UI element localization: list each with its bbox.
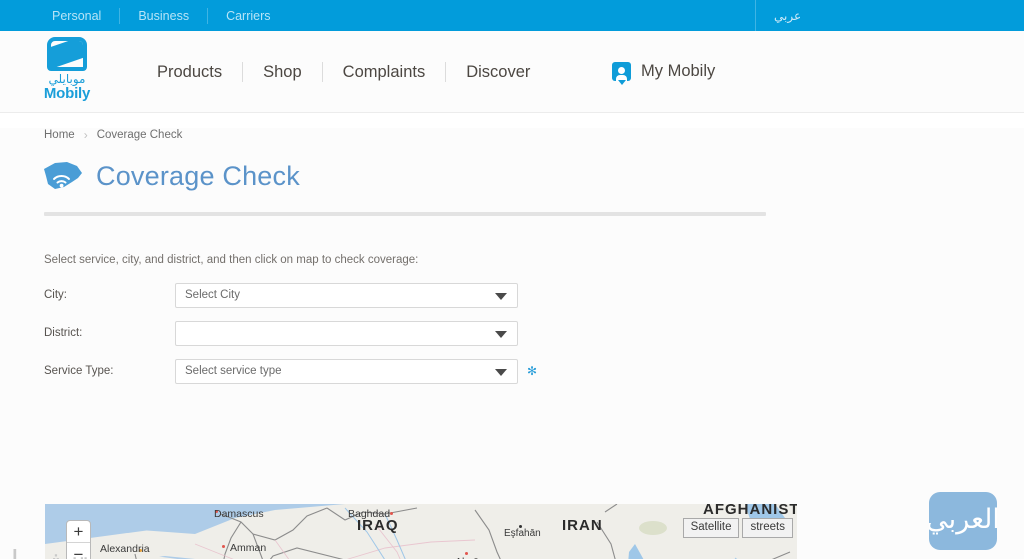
map-zoom-out-button[interactable]: − [67, 543, 90, 559]
service-type-select-value: Select service type [185, 365, 282, 377]
city-select-value: Select City [185, 289, 240, 301]
site-header: موبايلي Mobily Products Shop Complaints … [0, 31, 1024, 113]
language-switch[interactable]: عربي [755, 0, 819, 31]
service-type-select[interactable]: Select service type [175, 358, 518, 384]
map-type-toggle: Satellite streets [682, 518, 793, 538]
breadcrumb-current: Coverage Check [96, 129, 183, 141]
chevron-down-icon [495, 368, 507, 376]
arabic-watermark-badge: العربي [929, 492, 997, 550]
page-body: Home › Coverage Check Coverage Check Sel… [0, 128, 1024, 559]
page-title-row: Coverage Check [42, 160, 1024, 192]
breadcrumb-home[interactable]: Home [44, 129, 75, 141]
map-city-dot [139, 549, 142, 552]
map-city-dot [519, 525, 522, 528]
my-mobily-button[interactable]: My Mobily [612, 62, 716, 85]
city-select[interactable]: Select City [175, 282, 518, 308]
form-instructions: Select service, city, and district, and … [44, 254, 419, 266]
mobily-logo[interactable]: موبايلي Mobily [43, 36, 91, 107]
form-row-service-type: Service Type: Select service type ✻ [44, 358, 1024, 384]
city-label: City: [44, 289, 67, 301]
top-utility-bar: Personal Business Carriers عربي [0, 0, 1024, 31]
nav-item-products[interactable]: Products [137, 61, 244, 82]
topbar-link-personal[interactable]: Personal [34, 7, 121, 24]
map-city-dot [465, 552, 468, 555]
map-type-streets-button[interactable]: streets [742, 518, 793, 538]
coverage-map[interactable]: + − Satellite streets Damascus Baghdad Amm… [45, 504, 797, 559]
district-select[interactable] [175, 320, 518, 346]
top-utility-links: Personal Business Carriers [34, 7, 289, 24]
user-account-icon [612, 62, 631, 85]
arabic-watermark-badge-text: العربي [929, 504, 997, 535]
language-switch-label[interactable]: عربي [774, 9, 801, 23]
topbar-link-carriers[interactable]: Carriers [208, 8, 288, 24]
nav-item-complaints[interactable]: Complaints [323, 61, 447, 82]
map-zoom-controls: + − [66, 520, 91, 559]
title-divider [44, 212, 766, 216]
service-type-label: Service Type: [44, 365, 114, 377]
chevron-down-icon [495, 292, 507, 300]
map-city-dot [222, 545, 225, 548]
map-zoom-in-button[interactable]: + [67, 521, 90, 543]
coverage-form: Select service, city, and district, and … [44, 254, 1024, 384]
nav-item-shop[interactable]: Shop [243, 61, 323, 82]
my-mobily-label: My Mobily [641, 62, 716, 80]
form-row-city: City: Select City [44, 282, 1024, 308]
mobily-logo-icon [47, 36, 87, 71]
topbar-link-business[interactable]: Business [120, 7, 209, 24]
required-marker: ✻ [527, 364, 538, 378]
chevron-down-icon [495, 330, 507, 338]
district-label: District: [44, 327, 83, 339]
mobily-logo-arabic: موبايلي [48, 71, 86, 86]
main-navigation: Products Shop Complaints Discover [137, 61, 550, 82]
breadcrumb-separator-icon: › [83, 128, 88, 142]
saudi-map-wifi-icon [42, 160, 84, 192]
mobily-logo-latin: Mobily [43, 84, 91, 102]
page-title: Coverage Check [96, 160, 300, 191]
map-city-dot [215, 510, 218, 513]
map-type-satellite-button[interactable]: Satellite [682, 518, 740, 538]
form-row-district: District: [44, 320, 1024, 346]
nav-item-discover[interactable]: Discover [446, 62, 550, 82]
breadcrumb: Home › Coverage Check [44, 128, 1024, 142]
map-city-dot [390, 512, 393, 515]
